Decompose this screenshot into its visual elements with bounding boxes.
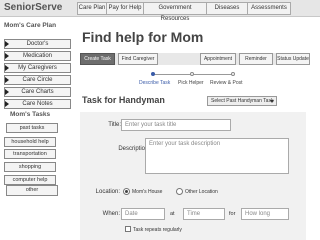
sidebar-item-care-circle[interactable]: Care Circle: [4, 75, 71, 85]
tab-assessments[interactable]: Assessments: [247, 2, 291, 15]
sidebar-item-label: Doctor's: [26, 41, 49, 47]
step-pick-helper[interactable]: Pick Helper: [178, 80, 204, 86]
task-household-help[interactable]: household help: [4, 137, 56, 147]
task-shopping[interactable]: shopping: [4, 162, 56, 172]
task-heading: Task for Handyman: [82, 95, 165, 105]
sidebar-item-label: My Caregivers: [18, 65, 57, 71]
sidebar-item-label: Care Notes: [22, 101, 53, 107]
sidebar-item-my-caregivers[interactable]: My Caregivers: [4, 63, 71, 73]
tab-pay-for-help[interactable]: Pay for Help: [106, 2, 144, 15]
time-input[interactable]: Time: [183, 208, 225, 220]
triangle-right-icon: [5, 101, 9, 107]
step-dot-describe: [151, 72, 155, 76]
step-dot-review: [231, 72, 235, 76]
sidebar-item-medication[interactable]: Medication: [4, 51, 71, 61]
select-past-label: Select Past Handyman Task: [211, 98, 274, 104]
tab-care-plan[interactable]: Care Plan: [77, 2, 107, 15]
action-toolbar: Create Task Find Caregiver Appointment R…: [80, 53, 310, 65]
reminder-button[interactable]: Reminder: [239, 53, 273, 65]
description-input[interactable]: Enter your task description: [145, 138, 289, 174]
triangle-right-icon: [5, 65, 9, 71]
progress-line: [154, 74, 234, 75]
page-title: Find help for Mom: [82, 29, 204, 45]
location-label: Location:: [95, 189, 120, 195]
sidebar-item-doctors[interactable]: Doctor's: [4, 39, 71, 49]
repeat-checkbox[interactable]: [125, 226, 131, 232]
status-update-button[interactable]: Status Update: [276, 53, 310, 65]
for-text: for: [229, 211, 236, 217]
step-review-post[interactable]: Review & Post: [210, 80, 243, 86]
caret-down-icon: [270, 100, 274, 103]
sidebar-item-label: Medication: [22, 53, 52, 59]
create-task-button[interactable]: Create Task: [80, 53, 115, 65]
at-text: at: [170, 211, 175, 217]
find-caregiver-button[interactable]: Find Caregiver: [118, 53, 158, 65]
task-computer-help[interactable]: computer help: [4, 175, 56, 185]
tab-government-resources[interactable]: Government Resources: [143, 2, 207, 22]
sidebar: Mom's Care Plan Doctor's Medication My C…: [0, 17, 77, 240]
step-dot-pick: [190, 72, 194, 76]
tab-diseases[interactable]: Diseases: [206, 2, 248, 15]
title-label: Title:: [108, 122, 121, 128]
location-other-label: Other Location: [185, 189, 218, 195]
app-header: SeniorServe Care Plan Pay for Help Gover…: [0, 0, 320, 22]
location-other-radio[interactable]: [176, 188, 183, 195]
task-past-tasks[interactable]: past tasks: [6, 123, 58, 133]
location-moms-house-radio[interactable]: [123, 188, 130, 195]
location-moms-house-label: Mom's House: [132, 189, 163, 195]
select-past-task-dropdown[interactable]: Select Past Handyman Task: [207, 96, 277, 106]
sidebar-item-care-notes[interactable]: Care Notes: [4, 99, 71, 109]
care-plan-title: Mom's Care Plan: [4, 22, 57, 29]
title-input[interactable]: Enter your task title: [121, 119, 231, 131]
task-transportation[interactable]: transportation: [4, 149, 56, 159]
task-other[interactable]: other: [6, 185, 58, 196]
appointment-button[interactable]: Appointment: [200, 53, 236, 65]
step-describe-task[interactable]: Describe Task: [139, 80, 170, 86]
when-label: When:: [102, 211, 120, 217]
triangle-right-icon: [5, 53, 9, 59]
top-nav: Care Plan Pay for Help Government Resour…: [77, 2, 291, 22]
duration-input[interactable]: How long: [241, 208, 289, 220]
date-input[interactable]: Date: [121, 208, 165, 220]
sidebar-item-care-charts[interactable]: Care Charts: [4, 87, 71, 97]
triangle-right-icon: [5, 77, 9, 83]
repeat-label: Task repeats regularly: [133, 227, 182, 233]
task-form: [80, 112, 306, 240]
brand-logo: SeniorServe: [4, 2, 63, 13]
tasks-title: Mom's Tasks: [10, 111, 51, 118]
triangle-right-icon: [5, 41, 9, 47]
sidebar-item-label: Care Circle: [22, 77, 53, 83]
sidebar-item-label: Care Charts: [21, 89, 54, 95]
triangle-right-icon: [5, 89, 9, 95]
